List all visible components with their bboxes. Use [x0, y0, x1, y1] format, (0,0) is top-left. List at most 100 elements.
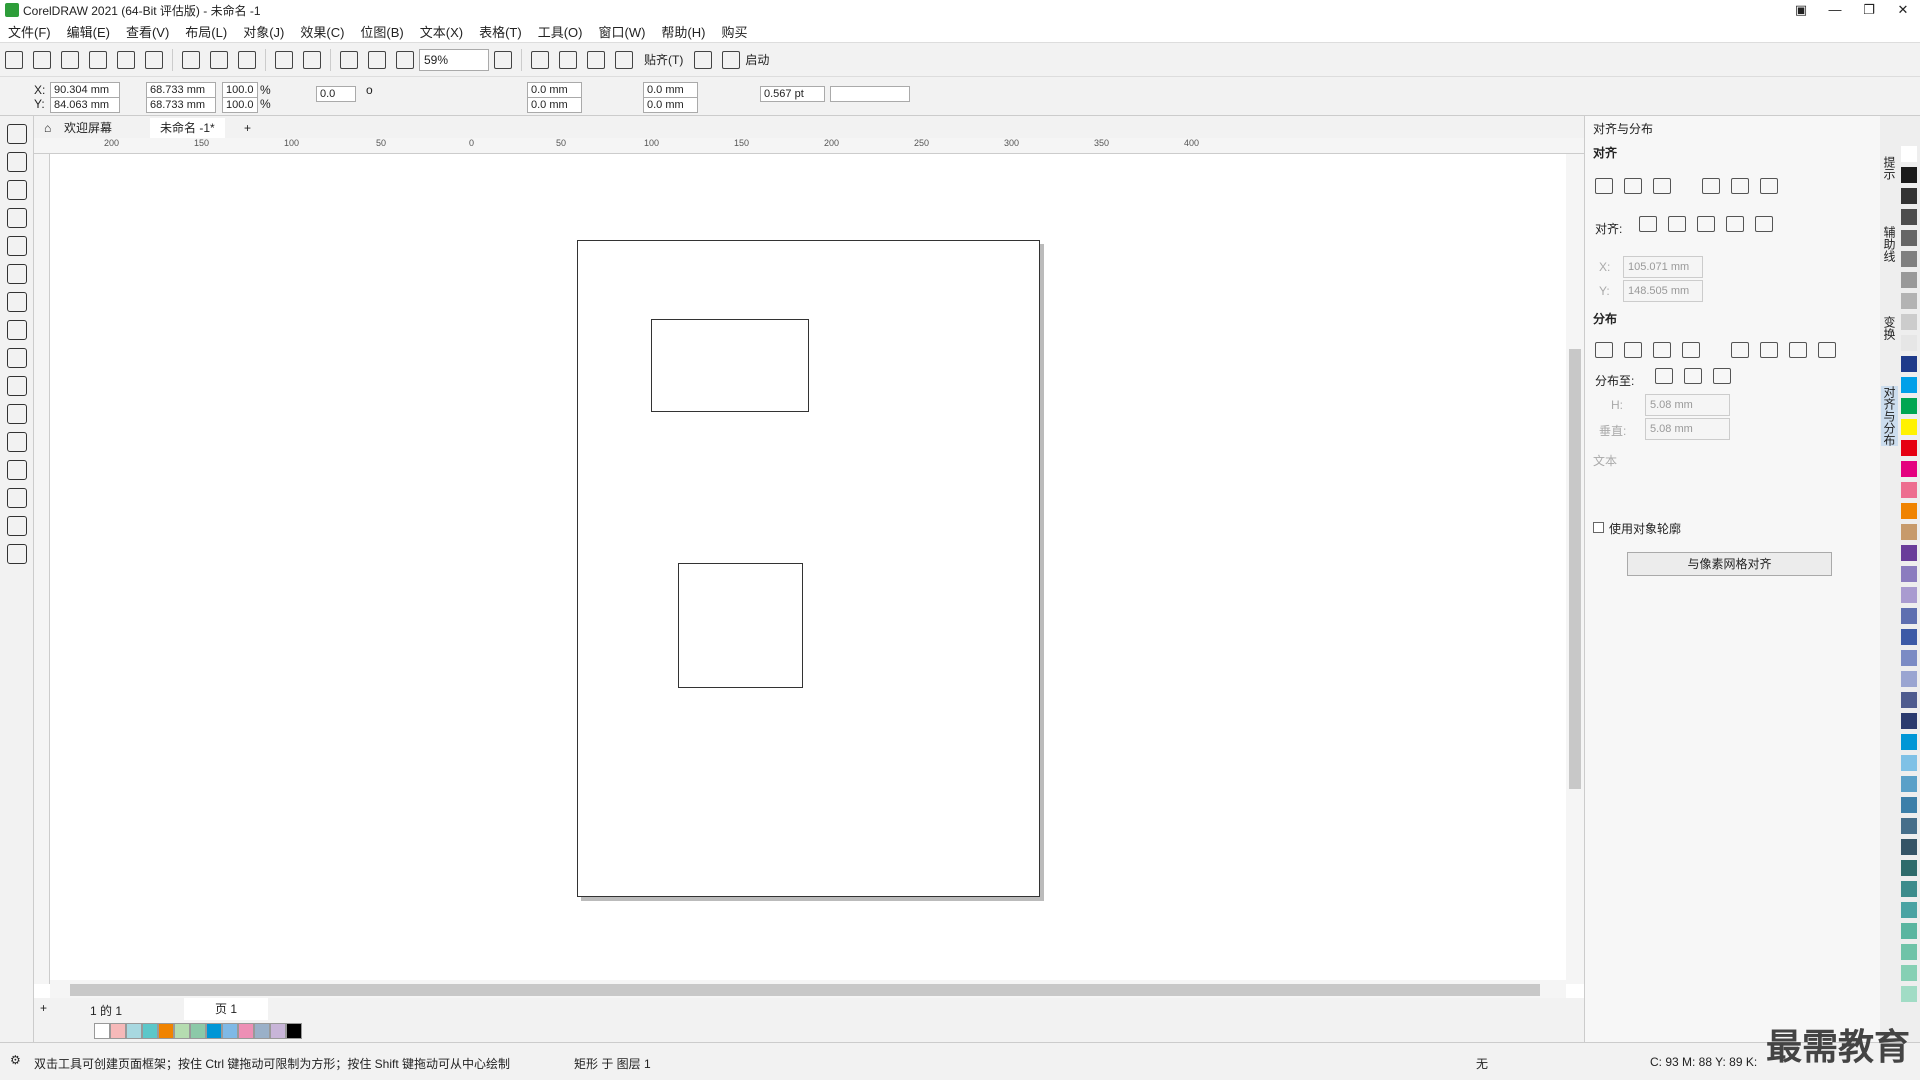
distribute-left-icon[interactable]	[1595, 342, 1613, 358]
import-icon[interactable]	[340, 50, 358, 69]
distribute-center-h-icon[interactable]	[1624, 342, 1642, 358]
undo-icon[interactable]	[275, 50, 293, 69]
pdf-icon[interactable]	[396, 50, 414, 69]
save-icon[interactable]	[61, 50, 79, 69]
eyedropper-tool-icon[interactable]	[7, 516, 27, 536]
snap-to-button[interactable]: 贴齐(T)	[644, 51, 683, 68]
snap-off-icon[interactable]	[615, 50, 633, 69]
palette-swatch[interactable]	[1901, 671, 1917, 687]
v-spacing-input[interactable]: 5.08 mm	[1645, 418, 1730, 440]
distribute-page-icon[interactable]	[1684, 368, 1702, 384]
align-center-v-icon[interactable]	[1731, 178, 1749, 194]
launch-icon[interactable]	[722, 50, 741, 69]
color-swatch[interactable]	[270, 1023, 286, 1039]
menu-file[interactable]: 文件(F)	[0, 22, 59, 41]
freehand-tool-icon[interactable]	[7, 236, 27, 256]
palette-swatch[interactable]	[1901, 629, 1917, 645]
palette-swatch[interactable]	[1901, 230, 1917, 246]
palette-swatch[interactable]	[1901, 566, 1917, 582]
align-x-input[interactable]: 105.071 mm	[1623, 256, 1703, 278]
horizontal-ruler[interactable]: 200 150 100 50 0 50 100 150 200 250 300 …	[34, 138, 1584, 154]
palette-swatch[interactable]	[1901, 146, 1917, 162]
corner-radius-2[interactable]: 0.0 mm	[527, 97, 582, 113]
menu-table[interactable]: 表格(T)	[471, 22, 530, 41]
palette-swatch[interactable]	[1901, 335, 1917, 351]
cloud-download-icon[interactable]	[89, 50, 107, 69]
open-icon[interactable]	[33, 50, 51, 69]
zoom-select[interactable]: 59%	[419, 48, 489, 71]
settings-icon[interactable]: ⚙	[10, 1053, 21, 1067]
palette-swatch[interactable]	[1901, 986, 1917, 1002]
paste-icon[interactable]	[238, 50, 256, 69]
palette-swatch[interactable]	[1901, 440, 1917, 456]
copy-icon[interactable]	[210, 50, 228, 69]
color-swatch[interactable]	[142, 1023, 158, 1039]
palette-swatch[interactable]	[1901, 608, 1917, 624]
h-spacing-input[interactable]: 5.08 mm	[1645, 394, 1730, 416]
add-page-icon[interactable]: +	[40, 1001, 47, 1015]
color-swatch[interactable]	[190, 1023, 206, 1039]
color-swatch[interactable]	[254, 1023, 270, 1039]
palette-swatch[interactable]	[1901, 293, 1917, 309]
palette-swatch[interactable]	[1901, 755, 1917, 771]
palette-swatch[interactable]	[1901, 881, 1917, 897]
distribute-selection-icon[interactable]	[1655, 368, 1673, 384]
vertical-ruler[interactable]	[34, 154, 50, 984]
launch-button[interactable]: 启动	[745, 51, 769, 68]
menu-object[interactable]: 对象(J)	[235, 22, 292, 41]
corner-radius-3[interactable]: 0.0 mm	[643, 82, 698, 98]
full-screen-icon[interactable]	[494, 50, 512, 69]
color-swatch[interactable]	[206, 1023, 222, 1039]
width-input[interactable]: 68.733 mm	[146, 82, 216, 98]
color-swatch[interactable]	[222, 1023, 238, 1039]
horizontal-scrollbar[interactable]	[50, 980, 1566, 998]
dimension-tool-icon[interactable]	[7, 404, 27, 424]
align-right-icon[interactable]	[1653, 178, 1671, 194]
scale-y-input[interactable]: 100.0	[222, 97, 258, 113]
align-grid-icon[interactable]	[1726, 216, 1744, 232]
corner-radius-1[interactable]: 0.0 mm	[527, 82, 582, 98]
redo-icon[interactable]	[303, 50, 321, 69]
tab-transform[interactable]: 变换	[1881, 316, 1898, 340]
crop-tool-icon[interactable]	[7, 180, 27, 200]
outline-width-input[interactable]: 0.567 pt	[760, 86, 825, 102]
menu-view[interactable]: 查看(V)	[118, 22, 177, 41]
align-top-icon[interactable]	[1702, 178, 1720, 194]
menu-tools[interactable]: 工具(O)	[530, 22, 591, 41]
color-swatch[interactable]	[286, 1023, 302, 1039]
x-position-input[interactable]: 90.304 mm	[50, 82, 120, 98]
palette-swatch[interactable]	[1901, 587, 1917, 603]
ellipse-tool-icon[interactable]	[7, 320, 27, 340]
scroll-thumb[interactable]	[70, 984, 1540, 996]
drawing-canvas[interactable]	[50, 154, 1566, 984]
settings-icon[interactable]	[694, 50, 713, 69]
tab-welcome[interactable]: 欢迎屏幕	[54, 118, 122, 138]
color-swatch[interactable]	[126, 1023, 142, 1039]
guidelines-icon[interactable]	[587, 50, 605, 69]
tab-align-distribute[interactable]: 对齐与分布	[1881, 386, 1898, 446]
connector-tool-icon[interactable]	[7, 432, 27, 452]
palette-swatch[interactable]	[1901, 734, 1917, 750]
palette-swatch[interactable]	[1901, 713, 1917, 729]
vertical-scrollbar[interactable]	[1566, 154, 1584, 984]
palette-swatch[interactable]	[1901, 398, 1917, 414]
align-page-center-icon[interactable]	[1697, 216, 1715, 232]
palette-swatch[interactable]	[1901, 272, 1917, 288]
palette-swatch[interactable]	[1901, 797, 1917, 813]
menu-text[interactable]: 文本(X)	[412, 22, 471, 41]
palette-swatch[interactable]	[1901, 839, 1917, 855]
menu-bitmaps[interactable]: 位图(B)	[352, 22, 411, 41]
use-outline-checkbox[interactable]	[1593, 522, 1604, 533]
palette-swatch[interactable]	[1901, 419, 1917, 435]
palette-swatch[interactable]	[1901, 650, 1917, 666]
print-icon[interactable]	[145, 50, 163, 69]
distribute-top-icon[interactable]	[1731, 342, 1749, 358]
distribute-right-icon[interactable]	[1653, 342, 1671, 358]
distribute-bottom-icon[interactable]	[1789, 342, 1807, 358]
palette-swatch[interactable]	[1901, 923, 1917, 939]
menu-effects[interactable]: 效果(C)	[292, 22, 352, 41]
palette-swatch[interactable]	[1901, 944, 1917, 960]
distribute-space-h-icon[interactable]	[1682, 342, 1700, 358]
align-page-edge-icon[interactable]	[1668, 216, 1686, 232]
rotation-input[interactable]: 0.0	[316, 86, 356, 102]
